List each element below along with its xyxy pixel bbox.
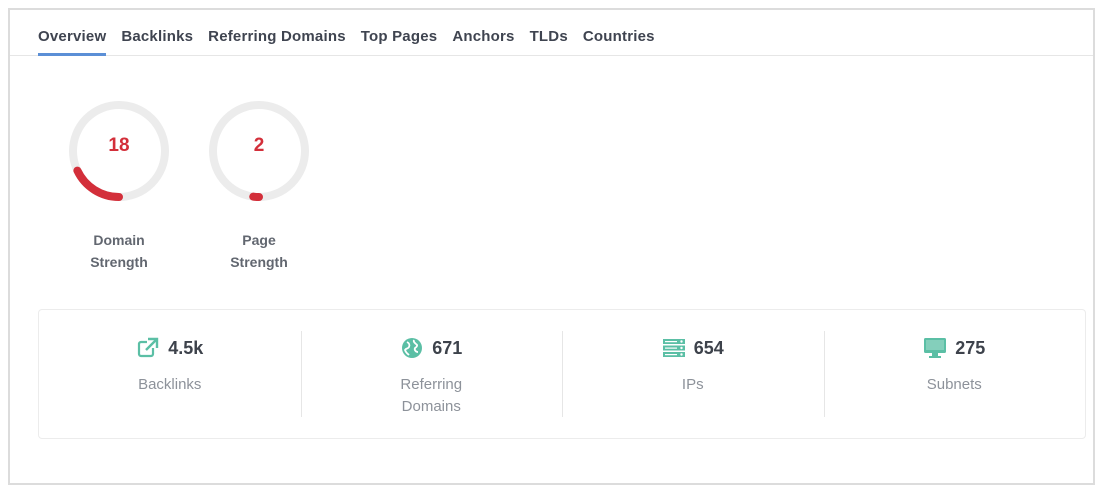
page-strength-gauge: 2 Page Strength [207, 99, 311, 273]
domain-strength-label-line2: Strength [90, 254, 148, 270]
domain-strength-gauge: 18 Domain Strength [67, 99, 171, 273]
stat-backlinks[interactable]: 4.5k Backlinks [39, 310, 301, 438]
referring-domains-label-line2: Domains [401, 398, 461, 415]
globe-icon [400, 336, 424, 360]
overview-panel: Overview Backlinks Referring Domains Top… [8, 8, 1095, 485]
backlinks-value: 4.5k [168, 337, 204, 358]
tab-bar: Overview Backlinks Referring Domains Top… [10, 10, 1093, 56]
page-strength-value: 2 [253, 135, 265, 156]
domain-strength-arc [73, 166, 123, 201]
domain-strength-label: Domain Strength [67, 229, 171, 273]
domain-strength-label-line1: Domain [93, 232, 145, 248]
subnets-value: 275 [955, 337, 986, 358]
backlinks-label-text: Backlinks [138, 376, 202, 393]
page-strength-label: Page Strength [207, 229, 311, 273]
server-icon [662, 336, 686, 360]
page-strength-label-line2: Strength [230, 254, 288, 270]
tab-top-pages[interactable]: Top Pages [361, 28, 438, 55]
referring-domains-value: 671 [432, 337, 463, 358]
tab-backlinks[interactable]: Backlinks [121, 28, 193, 55]
monitor-icon [923, 336, 947, 360]
backlinks-label: Backlinks [39, 374, 301, 396]
subnets-label: Subnets [824, 374, 1086, 396]
referring-domains-label: Referring Domains [301, 374, 563, 418]
ips-value: 654 [693, 337, 724, 358]
page-strength-label-line1: Page [242, 232, 276, 248]
referring-domains-label-line1: Referring [400, 376, 463, 393]
tab-referring-domains[interactable]: Referring Domains [208, 28, 346, 55]
ips-label: IPs [562, 374, 824, 396]
subnets-label-text: Subnets [926, 376, 982, 393]
tab-overview[interactable]: Overview [38, 28, 107, 56]
stat-referring-domains[interactable]: 671 Referring Domains [300, 310, 563, 438]
tab-tlds[interactable]: TLDs [530, 28, 568, 55]
stats-row: 4.5k Backlinks 671 Referring Domains 654… [38, 309, 1086, 439]
stat-ips[interactable]: 654 IPs [562, 310, 824, 438]
ips-label-text: IPs [681, 376, 704, 393]
tab-countries[interactable]: Countries [583, 28, 655, 55]
domain-strength-value: 18 [108, 135, 130, 156]
stat-subnets[interactable]: 275 Subnets [823, 310, 1086, 438]
external-link-icon [136, 336, 160, 360]
tab-anchors[interactable]: Anchors [452, 28, 514, 55]
